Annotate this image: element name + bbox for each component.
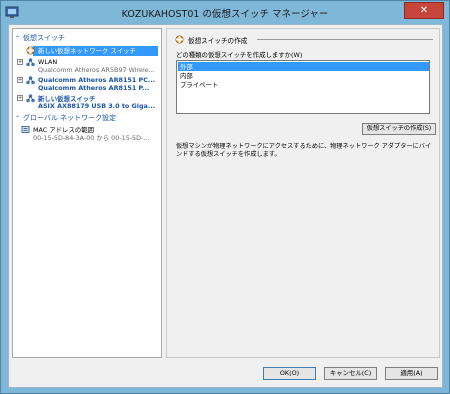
window-title: KOZUKAHOST01 の仮想スイッチ マネージャー <box>121 9 329 20</box>
switch-type-prompt: どの種類の仮想スイッチを作成しますか(W) <box>176 51 303 59</box>
create-switch-button[interactable]: 仮想スイッチの作成(S) <box>362 123 436 135</box>
mac-address-icon <box>21 126 30 133</box>
expand-icon[interactable]: + <box>17 95 23 101</box>
ok-button[interactable]: OK(O) <box>263 367 316 380</box>
pane-heading: 仮想スイッチの作成 <box>188 37 248 45</box>
network-switch-icon <box>26 94 35 103</box>
title-bar[interactable]: KOZUKAHOST01 の仮想スイッチ マネージャー ✕ <box>1 1 449 23</box>
network-switch-icon <box>26 76 35 85</box>
tree-item-switch[interactable]: + Qualcomm Atheros AR8151 PC... Qualcomm… <box>17 76 161 93</box>
expand-icon[interactable]: + <box>17 77 23 83</box>
close-button[interactable]: ✕ <box>404 2 444 19</box>
switch-type-option[interactable]: プライベート <box>178 80 429 89</box>
virtual-switches-section[interactable]: ⌃ 仮想スイッチ <box>15 33 65 43</box>
switch-type-option[interactable]: 外部 <box>178 62 429 71</box>
collapse-icon[interactable]: ⌃ <box>15 35 23 42</box>
create-switch-pane: 仮想スイッチの作成 どの種類の仮想スイッチを作成しますか(W) 外部 内部 プラ… <box>166 28 440 358</box>
virtual-switch-manager-window: KOZUKAHOST01 の仮想スイッチ マネージャー ✕ ⌃ 仮想スイッチ 新し… <box>0 0 450 394</box>
expand-icon[interactable]: + <box>17 59 23 65</box>
network-switch-icon <box>26 46 35 55</box>
network-switch-icon <box>26 58 35 67</box>
tree-item-switch[interactable]: + WLAN Qualcomm Atheros AR5B97 Wirele... <box>17 58 161 75</box>
global-network-settings-section[interactable]: ⌃ グローバル ネットワーク設定 <box>15 113 116 123</box>
switch-type-listbox[interactable]: 外部 内部 プライベート <box>176 60 430 114</box>
tree-item-new-switch[interactable]: 新しい仮想ネットワーク スイッチ <box>17 46 161 56</box>
tree-item-mac-range[interactable]: MAC アドレスの範囲 00-15-5D-84-3A-00 から 00-15-5… <box>17 125 161 142</box>
collapse-icon[interactable]: ⌃ <box>15 115 23 122</box>
heading-divider <box>257 39 433 40</box>
switch-type-description: 仮想マシンが物理ネットワークにアクセスするために、物理ネットワーク アダプターに… <box>176 143 432 158</box>
network-switch-icon <box>175 35 184 44</box>
client-area: ⌃ 仮想スイッチ 新しい仮想ネットワーク スイッチ + WLAN Qualcomm <box>8 24 443 388</box>
tree-item-switch[interactable]: + 新しい仮想スイッチ ASIX AX88179 USB 3.0 to Giga… <box>17 94 161 111</box>
switch-tree[interactable]: ⌃ 仮想スイッチ 新しい仮想ネットワーク スイッチ + WLAN Qualcomm <box>12 28 162 358</box>
apply-button[interactable]: 適用(A) <box>385 367 438 380</box>
cancel-button[interactable]: キャンセル(C) <box>324 367 377 380</box>
switch-type-option[interactable]: 内部 <box>178 71 429 80</box>
